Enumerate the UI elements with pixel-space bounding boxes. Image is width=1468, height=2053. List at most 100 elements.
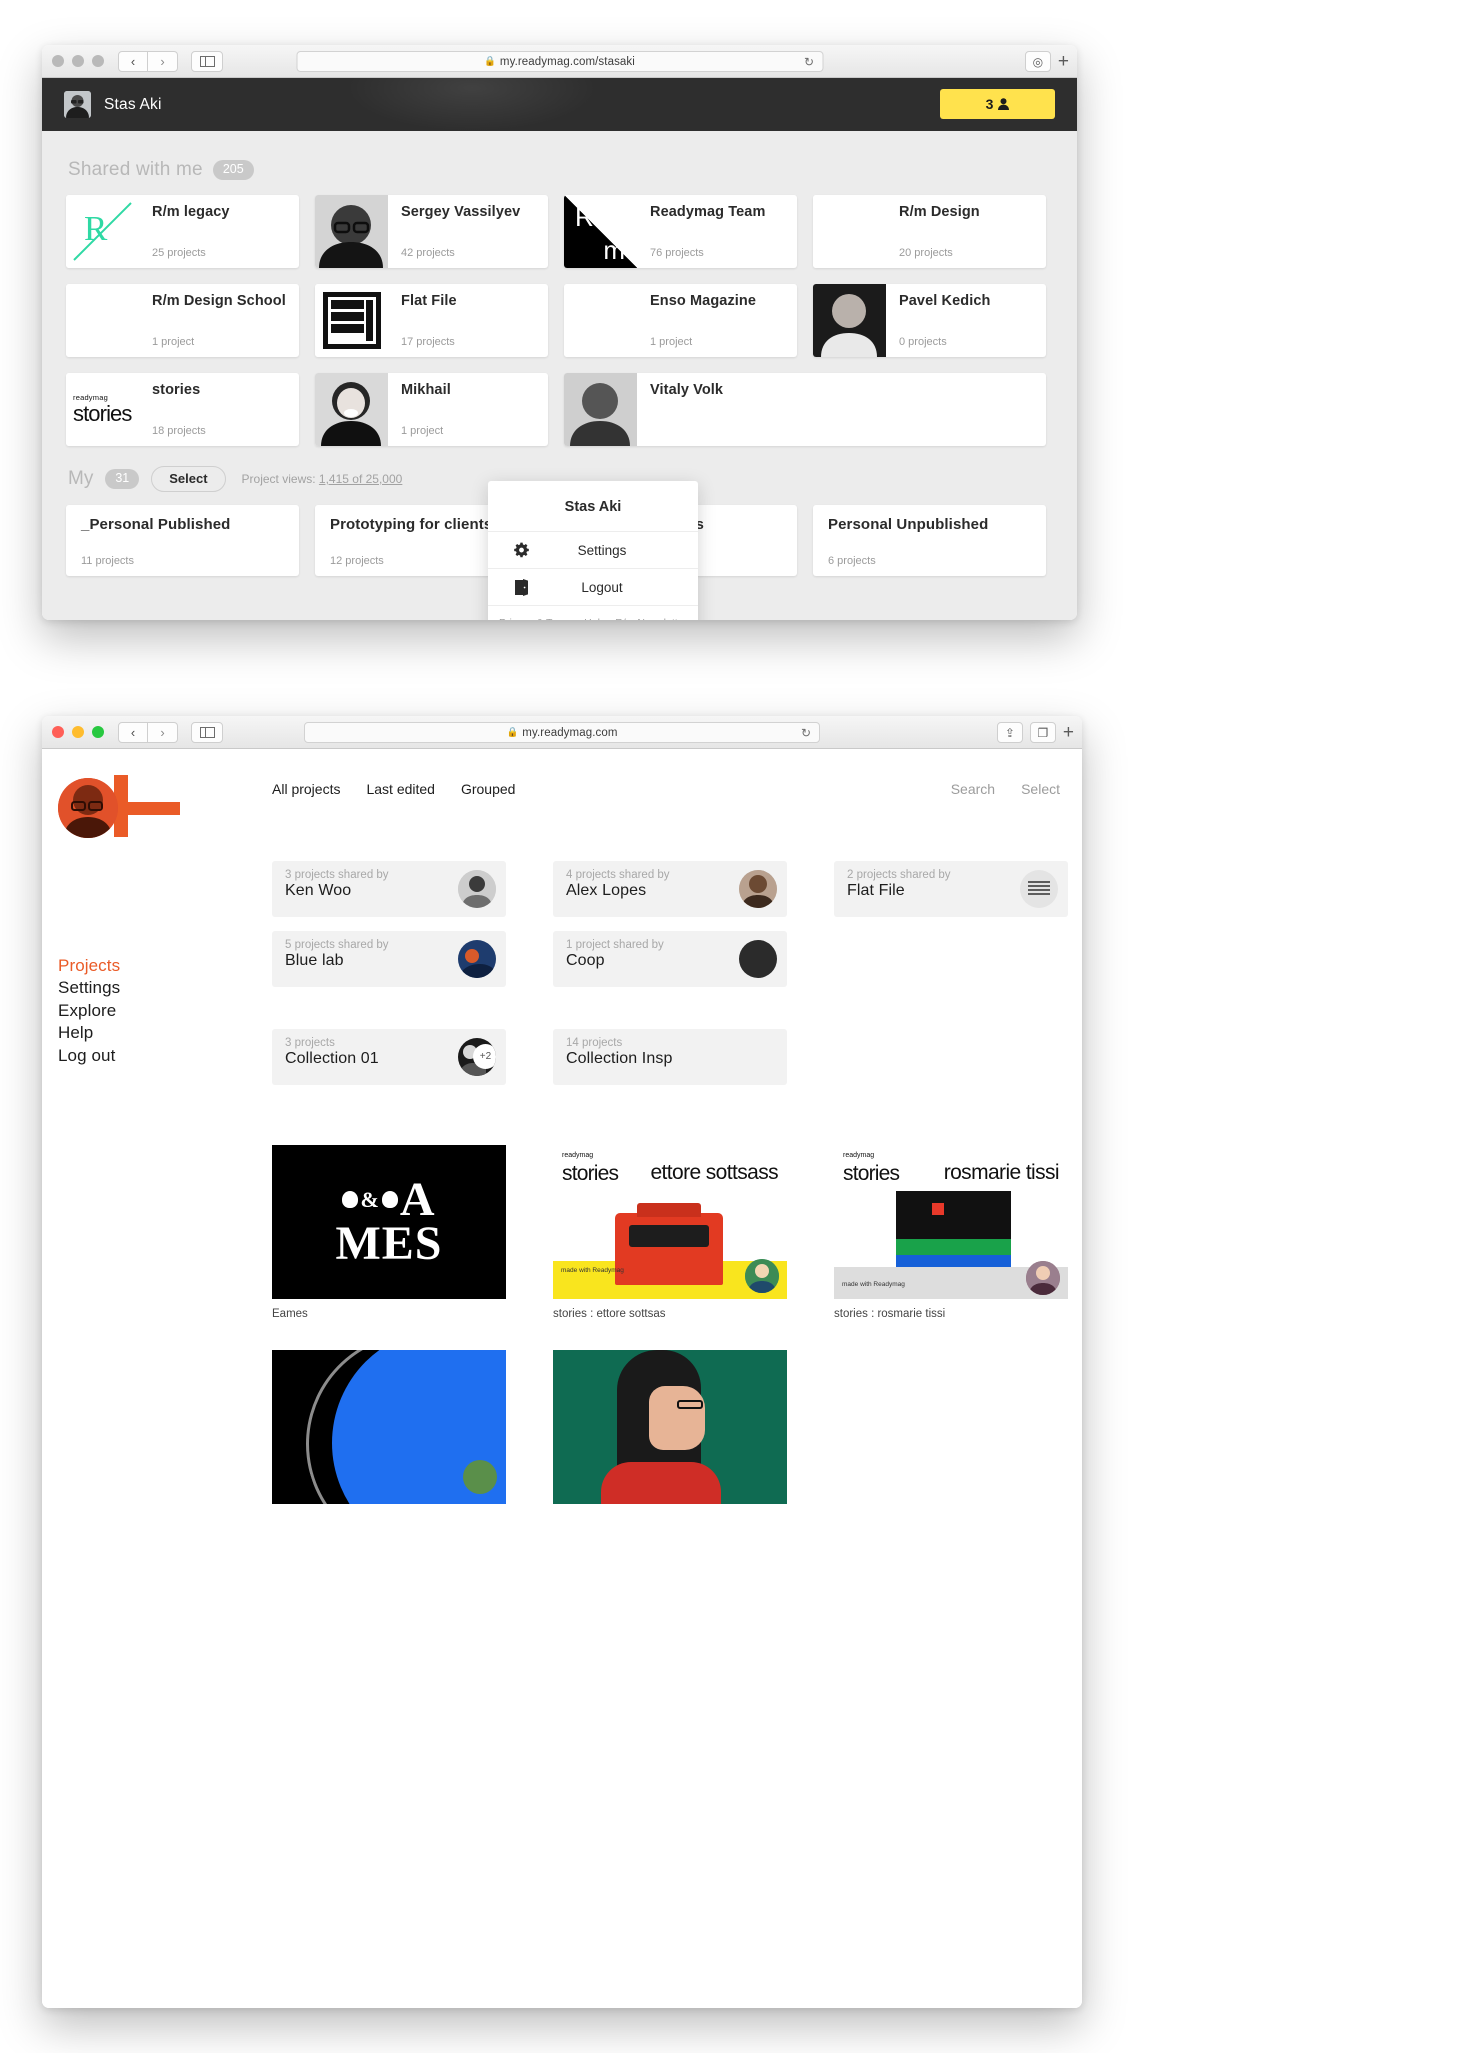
project-card[interactable]: & A EAMES MES Eames	[272, 1145, 506, 1320]
cover-madewith: made with Readymag	[842, 1281, 905, 1288]
cover-brand: readymag	[562, 1152, 594, 1159]
maximize-icon[interactable]	[92, 55, 104, 67]
project-caption: stories : ettore sottsas	[553, 1308, 666, 1320]
shared-card[interactable]: Pavel Kedich 0 projects	[813, 284, 1046, 357]
search-button[interactable]: Search	[951, 781, 995, 797]
card-title: Mikhail	[401, 382, 451, 398]
window-traffic-lights[interactable]	[52, 55, 104, 67]
tab-overview-icon[interactable]: ❐	[1029, 722, 1056, 743]
sidebar-toggle-icon[interactable]	[191, 721, 223, 743]
project-card[interactable]	[272, 1350, 506, 1513]
tab-grouped[interactable]: Grouped	[461, 781, 515, 797]
reload-icon[interactable]: ↻	[804, 55, 814, 69]
shared-by-card[interactable]: 2 projects shared by Flat File	[834, 861, 1068, 917]
project-cover-rosmarie: readymag stories rosmarie tissi made wit…	[834, 1145, 1068, 1299]
tab-all-projects[interactable]: All projects	[272, 781, 340, 797]
invite-button[interactable]: 3	[940, 89, 1055, 119]
collection-extra-count: +2	[473, 1044, 496, 1069]
collection-thumb-stack: +2	[458, 1038, 496, 1076]
forward-icon[interactable]: ›	[148, 721, 178, 743]
minimize-icon[interactable]	[72, 726, 84, 738]
account-dropdown-menu: Stas Aki Settings Logout Privacy & Terms…	[488, 481, 698, 620]
shared-card[interactable]: Flat File 17 projects	[315, 284, 548, 357]
shared-by-card[interactable]: 4 projects shared by Alex Lopes	[553, 861, 787, 917]
select-button[interactable]: Select	[151, 466, 226, 492]
shared-card[interactable]: Sergey Vassilyev 42 projects	[315, 195, 548, 268]
maximize-icon[interactable]	[92, 726, 104, 738]
browser-nav-buttons[interactable]: ‹ ›	[118, 50, 178, 72]
card-project-count: 20 projects	[899, 247, 953, 259]
avatar[interactable]	[64, 91, 91, 118]
sidebar-toggle-icon[interactable]	[191, 50, 223, 72]
browser-window-profile: ‹ › 🔒 my.readymag.com/stasaki ↻ ◎ + Stas…	[42, 45, 1077, 620]
back-icon[interactable]: ‹	[118, 721, 148, 743]
shared-card[interactable]: Rm R/m Design School 1 project	[66, 284, 299, 357]
browser-right-buttons[interactable]: ◎ +	[1024, 51, 1069, 72]
project-card[interactable]: readymag stories rosmarie tissi made wit…	[834, 1145, 1068, 1320]
avatar-photo-icon	[315, 373, 388, 446]
account-menu-footer-links[interactable]: Privacy & Terms • Help • R/m Newsletter	[488, 605, 698, 620]
card-project-count: 17 projects	[401, 336, 455, 348]
sidebar-item-projects[interactable]: Projects	[58, 955, 232, 977]
shared-card[interactable]: R R/m legacy 25 projects	[66, 195, 299, 268]
sidebar-item-logout[interactable]: Log out	[58, 1045, 232, 1067]
window-traffic-lights[interactable]	[52, 726, 104, 738]
projects-grid: & A EAMES MES Eames	[272, 1145, 1068, 1320]
address-bar[interactable]: 🔒 my.readymag.com/stasaki ↻	[296, 51, 823, 72]
share-icon[interactable]: ⇪	[996, 722, 1023, 743]
header-decoration	[342, 78, 602, 131]
collection-card[interactable]: 3 projects Collection 01 +2	[272, 1029, 506, 1085]
sidebar-item-explore[interactable]: Explore	[58, 1000, 232, 1022]
rm-legacy-logo-icon: R	[66, 195, 139, 268]
shared-by-card[interactable]: 1 project shared by Coop	[553, 931, 787, 987]
browser-nav-buttons[interactable]: ‹ ›	[118, 721, 178, 743]
folder-card[interactable]: Personal Unpublished 6 projects	[813, 505, 1046, 576]
project-card[interactable]: readymag stories ettore sottsass made wi…	[553, 1145, 787, 1320]
shared-card[interactable]: readymag stories stories 18 projects	[66, 373, 299, 446]
browser-titlebar: ‹ › 🔒 my.readymag.com ↻ ⇪ ❐ +	[42, 716, 1082, 749]
select-button[interactable]: Select	[1021, 781, 1060, 797]
back-icon[interactable]: ‹	[118, 50, 148, 72]
collection-card[interactable]: 14 projects Collection Insp	[553, 1029, 787, 1085]
gear-icon	[506, 542, 536, 559]
folder-card[interactable]: _Personal Published 11 projects	[66, 505, 299, 576]
readymag-avatar-plus-logo-icon[interactable]	[58, 775, 188, 845]
project-cover-green-portrait	[553, 1350, 787, 1504]
shared-by-card[interactable]: 3 projects shared by Ken Woo	[272, 861, 506, 917]
reader-icon[interactable]: ◎	[1024, 51, 1051, 72]
tab-last-edited[interactable]: Last edited	[366, 781, 435, 797]
project-views-value[interactable]: 1,415 of 25,000	[319, 472, 402, 486]
new-tab-icon[interactable]: +	[1063, 723, 1074, 742]
project-cover-ettore: readymag stories ettore sottsass made wi…	[553, 1145, 787, 1299]
card-title: Enso Magazine	[650, 293, 757, 309]
menu-item-logout[interactable]: Logout	[488, 568, 698, 605]
forward-icon[interactable]: ›	[148, 50, 178, 72]
folder-project-count: 12 projects	[330, 555, 384, 567]
new-tab-icon[interactable]: +	[1058, 52, 1069, 71]
sidebar-nav: Projects Settings Explore Help Log out	[58, 955, 232, 1067]
shared-card[interactable]: Rm Readymag Team 76 projects	[564, 195, 797, 268]
screenshot-page: ‹ › 🔒 my.readymag.com/stasaki ↻ ◎ + Stas…	[0, 0, 1468, 2053]
sidebar-item-settings[interactable]: Settings	[58, 977, 232, 999]
project-card[interactable]	[553, 1350, 787, 1513]
shared-card[interactable]: Mikhail 1 project	[315, 373, 548, 446]
shared-by-card[interactable]: 5 projects shared by Blue lab	[272, 931, 506, 987]
address-bar[interactable]: 🔒 my.readymag.com ↻	[304, 722, 820, 743]
browser-window-projects: ‹ › 🔒 my.readymag.com ↻ ⇪ ❐ + Projects S…	[42, 716, 1082, 2008]
header-user-name: Stas Aki	[104, 95, 162, 113]
shared-card[interactable]: Vitaly Volk	[564, 373, 1046, 446]
owl-icon	[342, 1191, 359, 1209]
menu-item-settings[interactable]: Settings	[488, 531, 698, 568]
sidebar-item-help[interactable]: Help	[58, 1022, 232, 1044]
shared-card[interactable]: enso Enso Magazine 1 project	[564, 284, 797, 357]
browser-right-buttons[interactable]: ⇪ ❐ +	[996, 722, 1074, 743]
shared-card[interactable]: Rm R/m Design 20 projects	[813, 195, 1046, 268]
project-caption: Eames	[272, 1308, 308, 1320]
card-title: R/m Design	[899, 204, 980, 220]
minimize-icon[interactable]	[72, 55, 84, 67]
card-project-count: 1 project	[152, 336, 195, 348]
menu-item-label: Logout	[581, 579, 623, 595]
close-icon[interactable]	[52, 726, 64, 738]
reload-icon[interactable]: ↻	[801, 726, 811, 740]
close-icon[interactable]	[52, 55, 64, 67]
